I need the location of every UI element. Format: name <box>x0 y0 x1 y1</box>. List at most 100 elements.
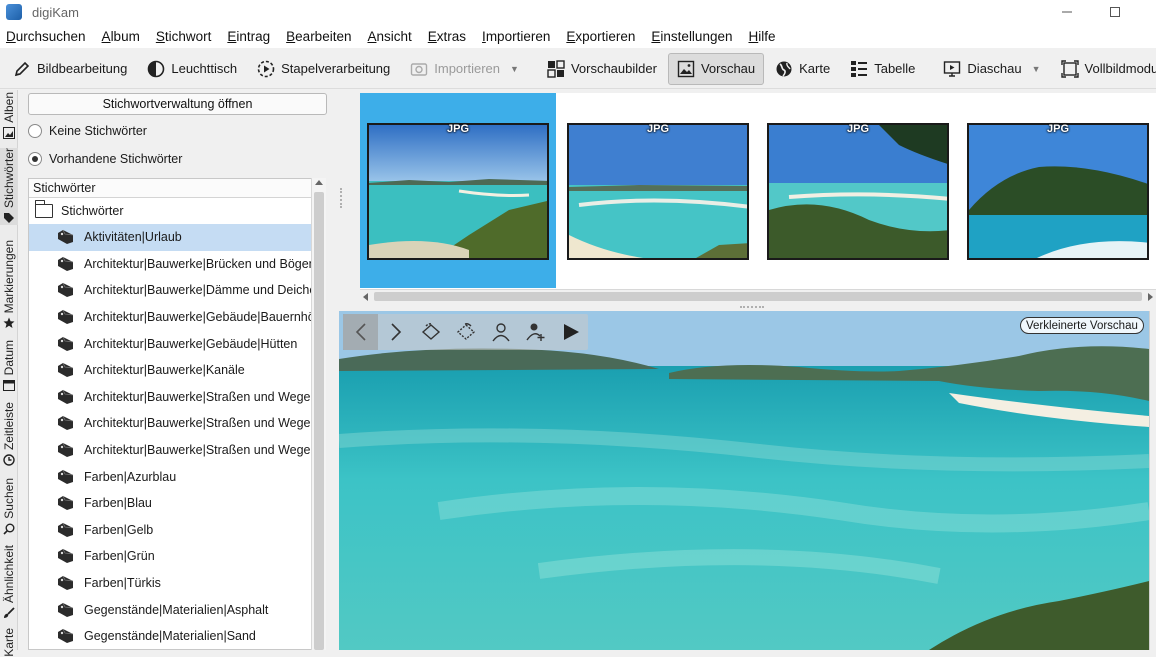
keyword-label: Farben|Türkis <box>84 576 161 591</box>
keyword-label: Architektur|Bauwerke|Gebäude|Bauernhöf <box>84 310 319 325</box>
scroll-left-icon[interactable] <box>363 293 368 301</box>
keyword-tree-item[interactable]: Architektur|Bauwerke|Straßen und Wege|S <box>29 384 325 411</box>
thumbnail-item[interactable]: JPG <box>360 93 556 288</box>
map-view-label: Karte <box>799 61 831 76</box>
table-icon <box>850 60 868 78</box>
thumbnail-image[interactable] <box>567 123 749 260</box>
thumbnail-item[interactable]: JPG <box>960 93 1156 288</box>
keyword-tree-item[interactable]: Farben|Türkis <box>29 570 325 597</box>
import-label: Importieren <box>434 61 501 76</box>
thumbnail-item[interactable]: JPG <box>760 93 956 288</box>
menu-importieren[interactable]: Importieren <box>482 29 550 44</box>
thumbnail-image[interactable] <box>967 123 1149 260</box>
batch-queue-button[interactable]: Stapelverarbeitung <box>248 53 399 85</box>
scroll-right-icon[interactable] <box>1148 293 1153 301</box>
keyword-tree-item[interactable]: Farben|Grün <box>29 543 325 570</box>
image-preview[interactable]: Verkleinerte Vorschau <box>339 311 1149 650</box>
rotate-right-button[interactable] <box>448 314 483 350</box>
menu-exportieren[interactable]: Exportieren <box>566 29 635 44</box>
open-keyword-manager-button[interactable]: Stichwortverwaltung öffnen <box>28 93 327 115</box>
keyword-tree: Stichwörter Stichwörter Aktivitäten|Urla… <box>28 178 326 650</box>
keyword-tree-item[interactable]: Architektur|Bauwerke|Straßen und Wege|S <box>29 410 325 437</box>
keyword-tree-item[interactable]: Architektur|Bauwerke|Dämme und Deiche| <box>29 277 325 304</box>
preview-splitter[interactable] <box>360 303 1156 311</box>
add-face-button[interactable] <box>518 314 553 350</box>
keyword-label: Architektur|Bauwerke|Dämme und Deiche| <box>84 283 320 298</box>
keyword-label: Farben|Grün <box>84 549 155 564</box>
keyword-tree-item[interactable]: Farben|Azurblau <box>29 463 325 490</box>
map-view-button[interactable]: Karte <box>766 53 839 85</box>
previous-image-button[interactable] <box>343 314 378 350</box>
light-table-button[interactable]: Leuchttisch <box>138 53 246 85</box>
keyword-tree-header[interactable]: Stichwörter <box>29 179 325 198</box>
chevron-left-icon <box>355 323 366 341</box>
radio-indicator[interactable] <box>28 152 42 166</box>
menu-hilfe[interactable]: Hilfe <box>748 29 775 44</box>
keyword-tree-item[interactable]: Farben|Gelb <box>29 517 325 544</box>
preview-scrollbar[interactable] <box>1149 311 1156 650</box>
scrollbar-thumb[interactable] <box>314 192 324 650</box>
face-tags-button[interactable] <box>483 314 518 350</box>
menu-bearbeiten[interactable]: Bearbeiten <box>286 29 351 44</box>
thumbnails-view-button[interactable]: Vorschaubilder <box>538 53 666 85</box>
sidebar-tab-albums[interactable]: Alben <box>0 92 18 140</box>
slideshow-dropdown-icon[interactable]: ▼ <box>1032 64 1041 74</box>
sidebar-tab-map[interactable]: Karte <box>0 628 18 657</box>
image-editor-button[interactable]: Bildbearbeitung <box>4 53 136 85</box>
keyword-tree-item[interactable]: Farben|Blau <box>29 490 325 517</box>
tag-icon <box>58 496 74 511</box>
sidebar-tab-date[interactable]: Datum <box>0 340 18 392</box>
keyword-tree-item[interactable]: Architektur|Bauwerke|Brücken und Bögen| <box>29 251 325 278</box>
sidebar-tab-keywords[interactable]: Stichwörter <box>0 148 18 226</box>
keyword-tree-item[interactable]: Architektur|Bauwerke|Gebäude|Hütten <box>29 330 325 357</box>
thumbnail-scrollbar[interactable] <box>360 289 1156 303</box>
scroll-up-icon[interactable] <box>315 180 323 185</box>
menu-einstellungen[interactable]: Einstellungen <box>651 29 732 44</box>
play-slideshow-button[interactable] <box>553 314 588 350</box>
preview-view-button[interactable]: Vorschau <box>667 52 765 85</box>
splitter-grip[interactable] <box>340 188 342 208</box>
menu-stichwort[interactable]: Stichwort <box>156 29 212 44</box>
sidebar-tab-search[interactable]: Suchen <box>0 478 18 536</box>
menu-ansicht[interactable]: Ansicht <box>367 29 411 44</box>
maximize-button[interactable] <box>1092 0 1138 24</box>
tag-icon <box>58 256 74 271</box>
keyword-tree-scrollbar[interactable] <box>311 178 326 650</box>
keyword-tree-root[interactable]: Stichwörter <box>29 198 325 224</box>
sidebar-tab-label: Karte <box>2 628 16 657</box>
keyword-tree-item[interactable]: Gegenstände|Materialien|Asphalt <box>29 596 325 623</box>
keyword-tree-item[interactable]: Aktivitäten|Urlaub <box>29 224 325 251</box>
keyword-tree-item[interactable]: Architektur|Bauwerke|Straßen und Wege|V <box>29 437 325 464</box>
sidebar-tab-timeline[interactable]: Zeitleiste <box>0 402 18 467</box>
splitter-grip[interactable] <box>740 306 764 308</box>
keyword-tree-item[interactable]: Gegenstände|Materialien|Sand <box>29 623 325 649</box>
thumbnail-item[interactable]: JPG <box>560 93 756 288</box>
tag-icon <box>58 363 74 378</box>
sidebar-tab-labels[interactable]: Markierungen <box>0 240 18 330</box>
menu-eintrag[interactable]: Eintrag <box>227 29 270 44</box>
menu-durchsuchen[interactable]: Durchsuchen <box>6 29 86 44</box>
import-button[interactable]: Importieren ▼ <box>401 53 528 85</box>
scrollbar-thumb[interactable] <box>374 292 1142 301</box>
thumbnail-image[interactable] <box>367 123 549 260</box>
keyword-tree-item[interactable]: Architektur|Bauwerke|Kanäle <box>29 357 325 384</box>
menu-extras[interactable]: Extras <box>428 29 466 44</box>
no-keywords-radio[interactable]: Keine Stichwörter <box>28 124 147 138</box>
sidebar-tab-strip: Alben Stichwörter Markierungen Datum Zei… <box>0 90 18 657</box>
slideshow-button[interactable]: Diaschau ▼ <box>934 53 1049 85</box>
table-view-label: Tabelle <box>874 61 916 76</box>
next-image-button[interactable] <box>378 314 413 350</box>
table-view-button[interactable]: Tabelle <box>841 53 924 85</box>
existing-keywords-radio[interactable]: Vorhandene Stichwörter <box>28 152 182 166</box>
rotate-left-icon <box>421 323 440 340</box>
import-dropdown-icon[interactable]: ▼ <box>510 64 519 74</box>
thumbnail-image[interactable] <box>767 123 949 260</box>
keyword-tree-item[interactable]: Architektur|Bauwerke|Gebäude|Bauernhöf <box>29 304 325 331</box>
minimize-button[interactable] <box>1044 0 1090 24</box>
menu-album[interactable]: Album <box>102 29 140 44</box>
rotate-left-button[interactable] <box>413 314 448 350</box>
sidebar-tab-similarity[interactable]: Ähnlichkeit <box>0 545 18 620</box>
radio-indicator[interactable] <box>28 124 42 138</box>
preview-view-label: Vorschau <box>700 61 756 76</box>
fullscreen-button[interactable]: Vollbildmodus <box>1052 53 1156 85</box>
